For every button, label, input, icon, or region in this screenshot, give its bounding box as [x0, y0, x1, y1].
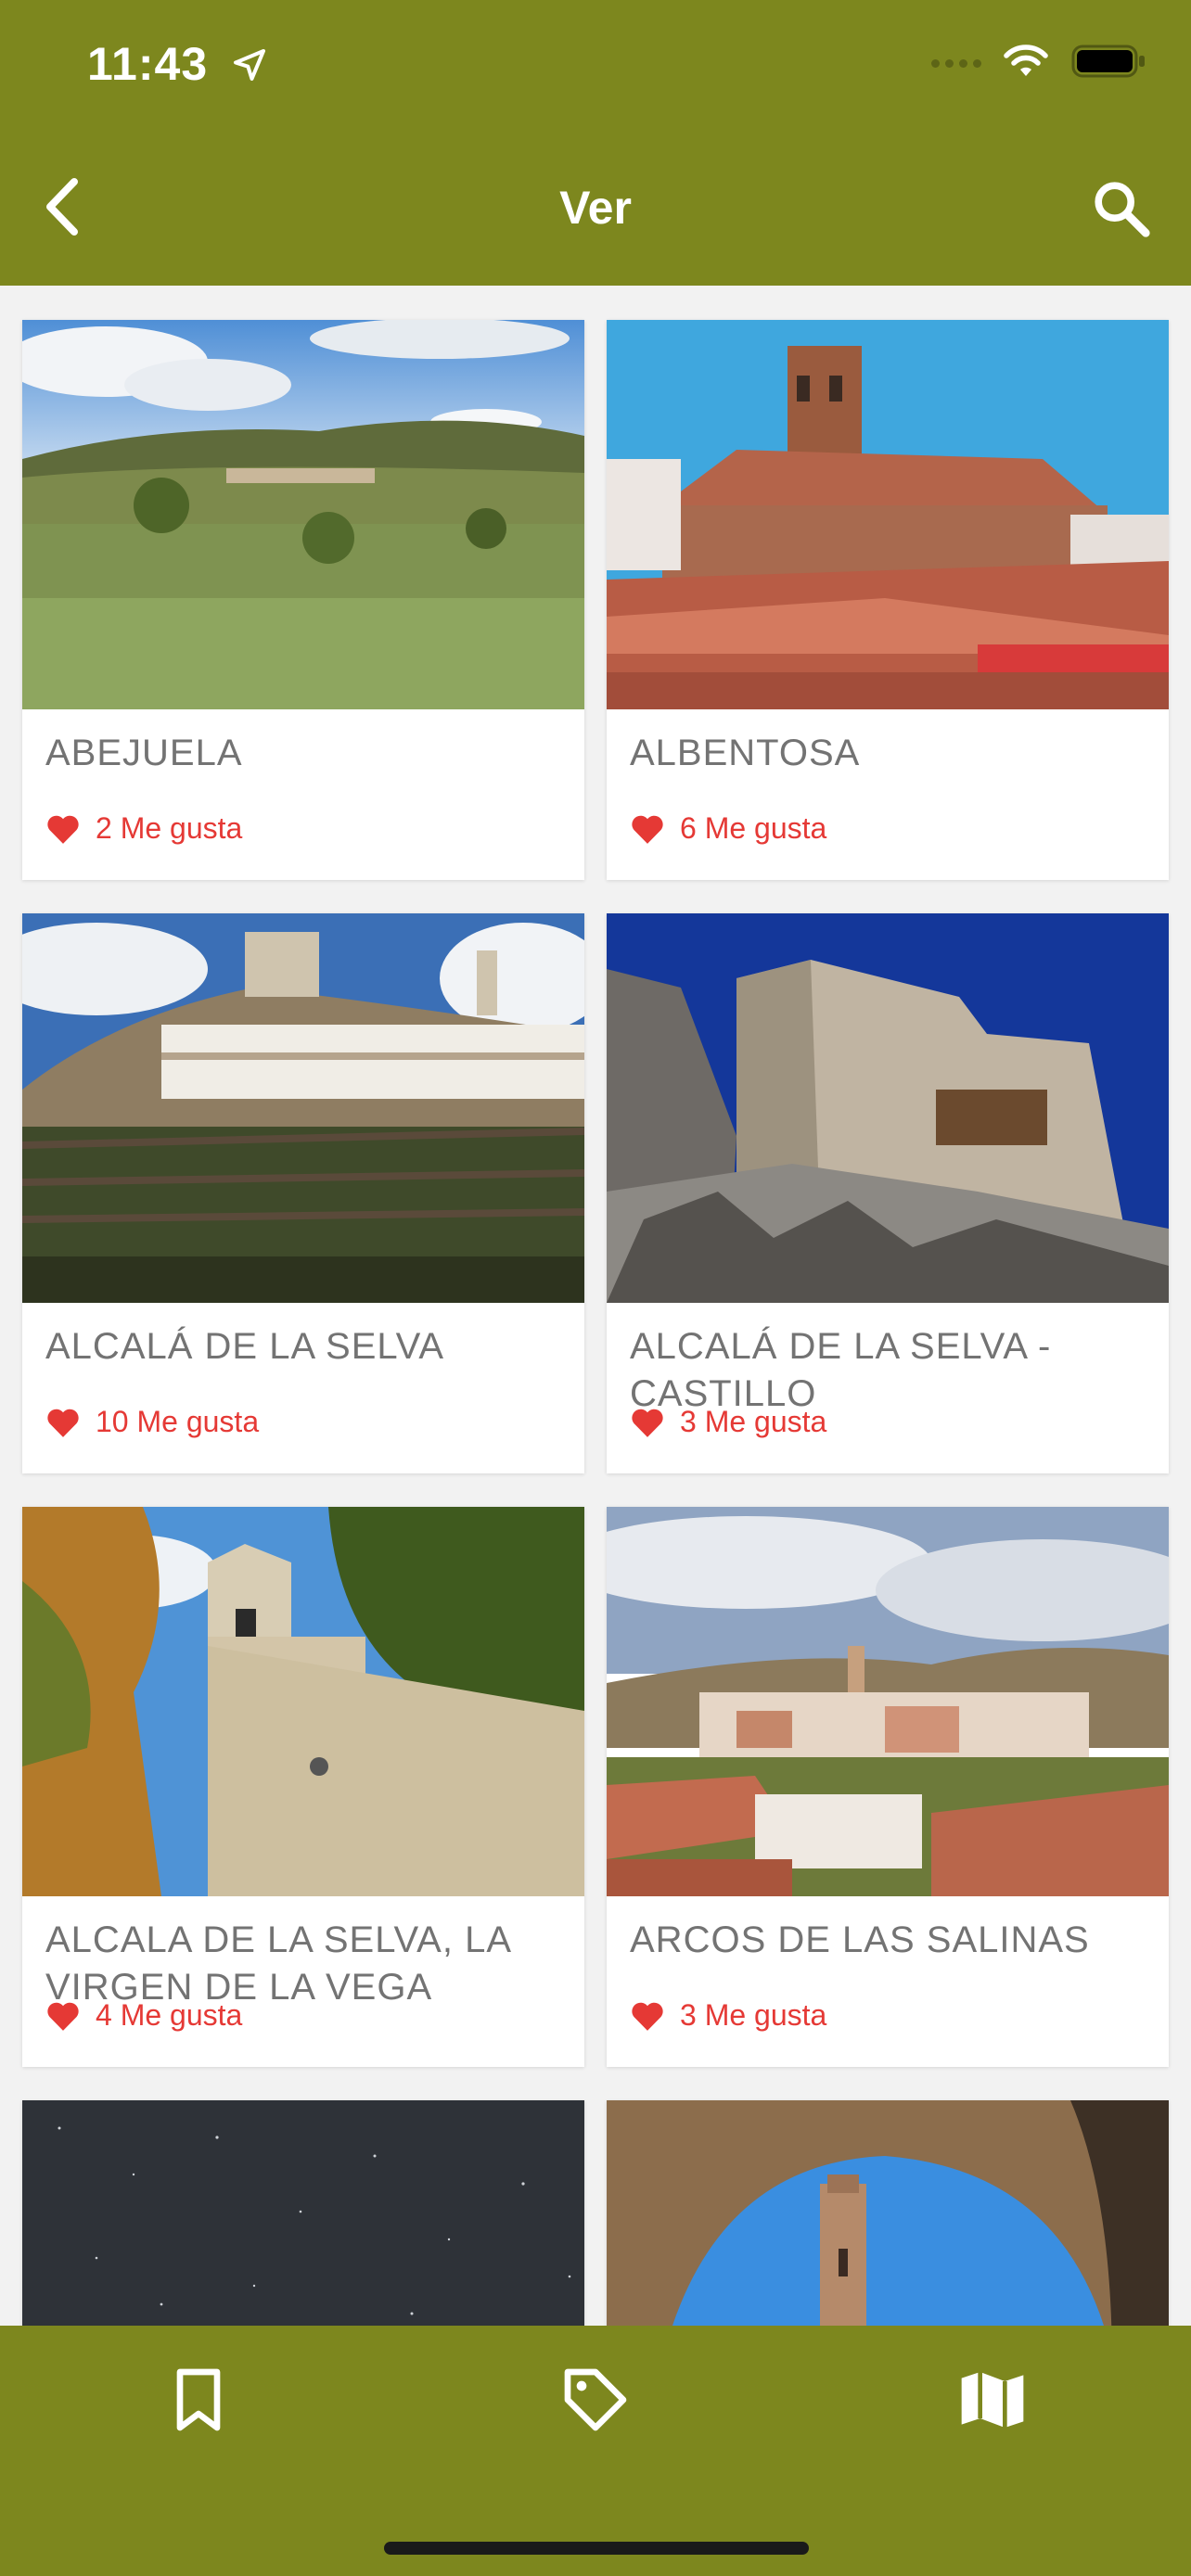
status-bar-time: 11:43: [87, 37, 268, 95]
place-card[interactable]: [607, 2100, 1169, 2326]
likes-row[interactable]: 6 Me gusta: [630, 811, 826, 846]
likes-count: 4 Me gusta: [96, 1998, 243, 2032]
place-title: ALCALA DE LA SELVA, LA VIRGEN DE LA VEGA: [45, 1919, 510, 2008]
signal-dots-icon: [931, 59, 981, 68]
place-title: ARCOS DE LAS SALINAS: [630, 1919, 1090, 1960]
place-title: ALCALÁ DE LA SELVA: [45, 1326, 445, 1367]
home-indicator: [384, 2542, 809, 2555]
place-photo: [22, 913, 584, 1303]
heart-icon: [47, 815, 79, 844]
place-card[interactable]: ALBENTOSA 6 Me gusta: [607, 320, 1169, 880]
tab-tags[interactable]: [558, 2363, 633, 2437]
heart-icon: [632, 1409, 663, 1437]
likes-row[interactable]: 2 Me gusta: [45, 811, 242, 846]
likes-row[interactable]: 4 Me gusta: [45, 1998, 242, 2033]
place-photo: [22, 2100, 584, 2326]
place-photo: [607, 320, 1169, 709]
place-photo: [607, 2100, 1169, 2326]
tag-icon: [564, 2368, 627, 2431]
place-card[interactable]: ABEJUELA 2 Me gusta: [22, 320, 584, 880]
search-icon: [1095, 182, 1150, 237]
heart-icon: [47, 2002, 79, 2031]
time-text: 11:43: [87, 38, 209, 90]
heart-icon: [632, 2002, 663, 2031]
place-card[interactable]: ALCALÁ DE LA SELVA - CASTILLO 3 Me gusta: [607, 913, 1169, 1473]
place-card[interactable]: ALCALA DE LA SELVA, LA VIRGEN DE LA VEGA…: [22, 1507, 584, 2067]
likes-row[interactable]: 10 Me gusta: [45, 1405, 259, 1439]
place-title: ALCALÁ DE LA SELVA - CASTILLO: [630, 1326, 1052, 1414]
tab-bookmarks[interactable]: [161, 2363, 236, 2437]
place-card[interactable]: ALCALÁ DE LA SELVA 10 Me gusta: [22, 913, 584, 1473]
battery-icon: [1070, 43, 1146, 84]
place-title: ALBENTOSA: [630, 733, 861, 773]
likes-row[interactable]: 3 Me gusta: [630, 1405, 826, 1439]
likes-count: 6 Me gusta: [680, 811, 827, 845]
page-title: Ver: [559, 182, 632, 234]
map-icon: [961, 2372, 1024, 2428]
likes-count: 2 Me gusta: [96, 811, 243, 845]
status-indicators: [931, 43, 1146, 84]
bookmark-icon: [176, 2368, 221, 2431]
place-card[interactable]: [22, 2100, 584, 2326]
location-arrow-icon: [231, 41, 268, 95]
heart-icon: [632, 815, 663, 844]
place-photo: [22, 320, 584, 709]
wifi-icon: [1002, 43, 1050, 84]
places-grid: ABEJUELA 2 Me gusta ALBENTOSA 6 Me gusta…: [0, 286, 1191, 2326]
likes-row[interactable]: 3 Me gusta: [630, 1998, 826, 2033]
place-photo: [22, 1507, 584, 1896]
likes-count: 10 Me gusta: [96, 1405, 260, 1438]
tab-map[interactable]: [955, 2363, 1030, 2437]
likes-count: 3 Me gusta: [680, 1998, 827, 2032]
heart-icon: [47, 1409, 79, 1437]
likes-count: 3 Me gusta: [680, 1405, 827, 1438]
top-app-bar: 11:43 Ver: [0, 0, 1191, 286]
search-button[interactable]: [1089, 176, 1154, 241]
place-photo: [607, 913, 1169, 1303]
place-card[interactable]: ARCOS DE LAS SALINAS 3 Me gusta: [607, 1507, 1169, 2067]
place-photo: [607, 1507, 1169, 1896]
place-title: ABEJUELA: [45, 733, 243, 773]
